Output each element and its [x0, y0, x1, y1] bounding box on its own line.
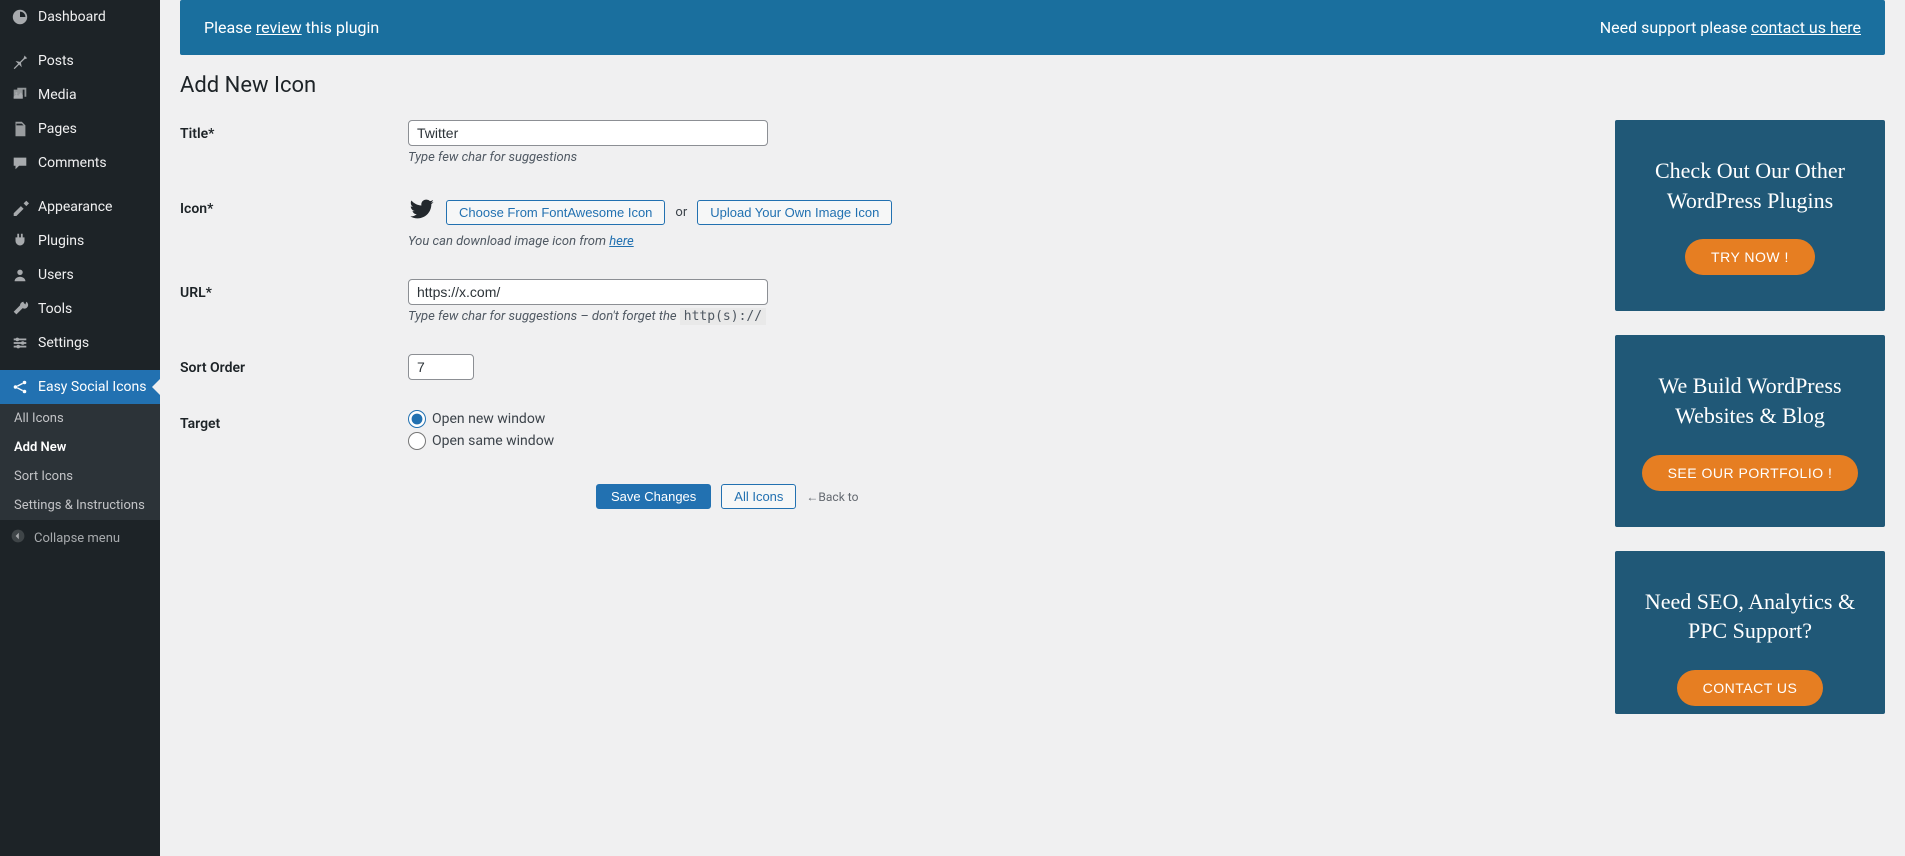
target-new-radio[interactable] — [408, 410, 426, 428]
target-same-label: Open same window — [432, 433, 554, 449]
plugins-icon — [10, 232, 30, 250]
sidebar-submenu: All Icons Add New Sort Icons Settings & … — [0, 404, 160, 520]
sidebar-item-label: Media — [38, 87, 77, 103]
sidebar-item-appearance[interactable]: Appearance — [0, 190, 160, 224]
sidebar-item-tools[interactable]: Tools — [0, 292, 160, 326]
banner-right: Need support please contact us here — [1600, 18, 1861, 37]
main-content: Please review this plugin Need support p… — [160, 0, 1905, 856]
ad-heading: Need SEO, Analytics & PPC Support? — [1635, 587, 1865, 646]
target-new-label: Open new window — [432, 411, 545, 427]
users-icon — [10, 266, 30, 284]
sidebar-item-label: Settings — [38, 335, 89, 351]
sidebar-item-dashboard[interactable]: Dashboard — [0, 0, 160, 34]
download-here-link[interactable]: here — [609, 234, 633, 249]
submenu-settings-instructions[interactable]: Settings & Instructions — [0, 491, 160, 520]
back-to-text: ←Back to — [806, 490, 858, 504]
icon-hint: You can download image icon from here — [408, 234, 1591, 249]
sidebar-item-media[interactable]: Media — [0, 78, 160, 112]
sidebar-item-label: Posts — [38, 53, 74, 69]
url-hint-code: http(s):// — [680, 308, 766, 325]
sidebar-item-settings[interactable]: Settings — [0, 326, 160, 360]
url-input[interactable] — [408, 279, 768, 305]
title-input[interactable] — [408, 120, 768, 146]
sidebar-item-label: Pages — [38, 121, 77, 137]
pin-icon — [10, 52, 30, 70]
ads-column: Check Out Our Other WordPress Plugins TR… — [1615, 120, 1885, 738]
ad-seo: Need SEO, Analytics & PPC Support? CONTA… — [1615, 551, 1885, 714]
comments-icon — [10, 154, 30, 172]
title-label: Title* — [180, 120, 408, 165]
collapse-icon — [10, 528, 26, 548]
url-label: URL* — [180, 279, 408, 324]
submenu-sort-icons[interactable]: Sort Icons — [0, 462, 160, 491]
all-icons-button[interactable]: All Icons — [721, 484, 796, 509]
media-icon — [10, 86, 30, 104]
collapse-menu[interactable]: Collapse menu — [0, 520, 160, 556]
sidebar-item-pages[interactable]: Pages — [0, 112, 160, 146]
ad-heading: We Build WordPress Websites & Blog — [1635, 371, 1865, 430]
dashboard-icon — [10, 8, 30, 26]
ad-try-now-button[interactable]: TRY NOW ! — [1685, 239, 1815, 275]
url-hint: Type few char for suggestions – don't fo… — [408, 309, 1591, 324]
sidebar-item-users[interactable]: Users — [0, 258, 160, 292]
appearance-icon — [10, 198, 30, 216]
twitter-icon — [408, 195, 436, 230]
sidebar-item-comments[interactable]: Comments — [0, 146, 160, 180]
tools-icon — [10, 300, 30, 318]
sidebar-item-easy-social-icons[interactable]: Easy Social Icons — [0, 370, 160, 404]
pages-icon — [10, 120, 30, 138]
sidebar-item-label: Comments — [38, 155, 107, 171]
share-icon — [10, 378, 30, 396]
sidebar-item-label: Appearance — [38, 199, 112, 215]
sort-label: Sort Order — [180, 354, 408, 380]
save-changes-button[interactable]: Save Changes — [596, 484, 711, 509]
sidebar-item-label: Users — [38, 267, 74, 283]
settings-icon — [10, 334, 30, 352]
sidebar-item-label: Easy Social Icons — [38, 379, 147, 395]
notice-banner: Please review this plugin Need support p… — [180, 0, 1885, 55]
target-label: Target — [180, 410, 408, 454]
admin-sidebar: Dashboard Posts Media Pages Comments App… — [0, 0, 160, 856]
submenu-all-icons[interactable]: All Icons — [0, 404, 160, 433]
sidebar-item-label: Dashboard — [38, 9, 106, 25]
sidebar-item-plugins[interactable]: Plugins — [0, 224, 160, 258]
sidebar-item-label: Plugins — [38, 233, 84, 249]
target-same-radio[interactable] — [408, 432, 426, 450]
contact-link[interactable]: contact us here — [1751, 18, 1861, 37]
collapse-label: Collapse menu — [34, 531, 120, 546]
submenu-add-new[interactable]: Add New — [0, 433, 160, 462]
sidebar-item-posts[interactable]: Posts — [0, 44, 160, 78]
ad-plugins: Check Out Our Other WordPress Plugins TR… — [1615, 120, 1885, 311]
sidebar-item-label: Tools — [38, 301, 72, 317]
ad-portfolio-button[interactable]: SEE OUR PORTFOLIO ! — [1642, 455, 1859, 491]
review-link[interactable]: review — [256, 18, 302, 37]
icon-label: Icon* — [180, 195, 408, 249]
ad-websites: We Build WordPress Websites & Blog SEE O… — [1615, 335, 1885, 526]
ad-heading: Check Out Our Other WordPress Plugins — [1635, 156, 1865, 215]
page-title: Add New Icon — [180, 73, 1885, 98]
upload-image-button[interactable]: Upload Your Own Image Icon — [697, 200, 892, 225]
ad-contact-button[interactable]: CONTACT US — [1677, 670, 1824, 706]
choose-fontawesome-button[interactable]: Choose From FontAwesome Icon — [446, 200, 665, 225]
title-hint: Type few char for suggestions — [408, 150, 1591, 165]
or-text: or — [675, 205, 687, 220]
banner-left: Please review this plugin — [204, 18, 379, 37]
sort-order-input[interactable] — [408, 354, 474, 380]
add-icon-form: Title* Type few char for suggestions Ico… — [180, 120, 1591, 738]
